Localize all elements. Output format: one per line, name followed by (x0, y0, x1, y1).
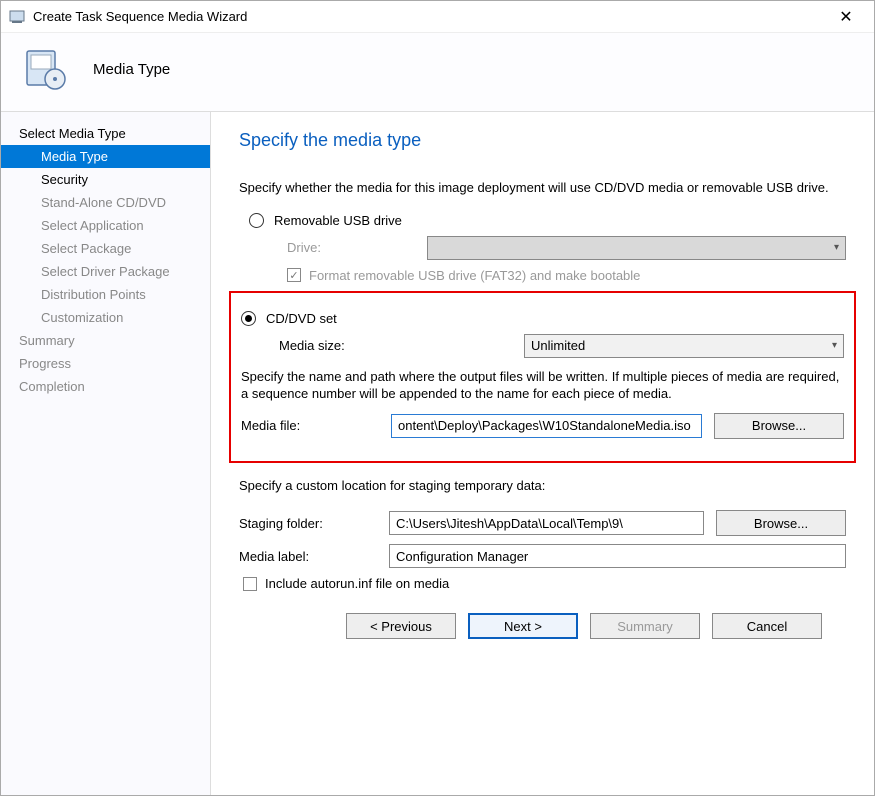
nav-select-application[interactable]: Select Application (1, 214, 210, 237)
media-icon (21, 45, 69, 93)
media-file-label: Media file: (241, 418, 391, 433)
titlebar: Create Task Sequence Media Wizard ✕ (1, 1, 874, 33)
media-size-label: Media size: (279, 338, 419, 353)
staging-folder-label: Staging folder: (239, 516, 389, 531)
radio-cddvd[interactable]: CD/DVD set (241, 311, 844, 326)
wizard-body: Select Media Type Media Type Security St… (1, 112, 874, 795)
staging-folder-input[interactable] (389, 511, 704, 535)
radio-cddvd-circle (241, 311, 256, 326)
nav-standalone-cddvd[interactable]: Stand-Alone CD/DVD (1, 191, 210, 214)
usb-format-checkbox: ✓ (287, 268, 301, 282)
page-title: Media Type (93, 61, 170, 78)
radio-usb-circle (249, 213, 264, 228)
nav-security[interactable]: Security (1, 168, 210, 191)
wizard-footer: < Previous Next > Summary Cancel (239, 599, 846, 659)
nav-media-type[interactable]: Media Type (1, 145, 210, 168)
nav-completion[interactable]: Completion (1, 375, 210, 398)
chevron-down-icon: ▾ (832, 340, 837, 351)
media-file-browse-button[interactable]: Browse... (714, 413, 844, 439)
nav-progress[interactable]: Progress (1, 352, 210, 375)
usb-format-label: Format removable USB drive (FAT32) and m… (309, 268, 640, 283)
wizard-header: Media Type (1, 33, 874, 112)
app-icon (9, 9, 25, 25)
intro-text: Specify whether the media for this image… (239, 179, 846, 197)
chevron-down-icon: ▾ (834, 242, 839, 253)
nav-select-media-type[interactable]: Select Media Type (1, 122, 210, 145)
previous-button[interactable]: < Previous (346, 613, 456, 639)
radio-usb-label: Removable USB drive (274, 213, 402, 228)
nav-distribution-points[interactable]: Distribution Points (1, 283, 210, 306)
nav-select-driver-package[interactable]: Select Driver Package (1, 260, 210, 283)
autorun-checkbox[interactable] (243, 577, 257, 591)
media-size-value: Unlimited (531, 338, 585, 353)
summary-button: Summary (590, 613, 700, 639)
media-file-input[interactable] (391, 414, 702, 438)
cddvd-section: CD/DVD set Media size: Unlimited ▾ Speci… (229, 291, 856, 463)
radio-usb[interactable]: Removable USB drive (249, 213, 846, 228)
cd-path-instr: Specify the name and path where the outp… (241, 368, 844, 403)
autorun-label: Include autorun.inf file on media (265, 576, 449, 591)
media-label-label: Media label: (239, 549, 389, 564)
nav-sidebar: Select Media Type Media Type Security St… (1, 112, 211, 795)
close-icon[interactable]: ✕ (826, 7, 866, 27)
staging-instr: Specify a custom location for staging te… (239, 477, 846, 495)
wizard-window: Create Task Sequence Media Wizard ✕ Medi… (0, 0, 875, 796)
nav-customization[interactable]: Customization (1, 306, 210, 329)
cancel-button[interactable]: Cancel (712, 613, 822, 639)
usb-drive-label: Drive: (287, 240, 427, 255)
window-title: Create Task Sequence Media Wizard (33, 9, 826, 24)
content-heading: Specify the media type (239, 130, 846, 151)
media-size-select[interactable]: Unlimited ▾ (524, 334, 844, 358)
nav-select-package[interactable]: Select Package (1, 237, 210, 260)
nav-summary[interactable]: Summary (1, 329, 210, 352)
radio-cddvd-label: CD/DVD set (266, 311, 337, 326)
next-button[interactable]: Next > (468, 613, 578, 639)
content-pane: Specify the media type Specify whether t… (211, 112, 874, 795)
staging-browse-button[interactable]: Browse... (716, 510, 846, 536)
media-label-input[interactable] (389, 544, 846, 568)
usb-drive-select: ▾ (427, 236, 846, 260)
